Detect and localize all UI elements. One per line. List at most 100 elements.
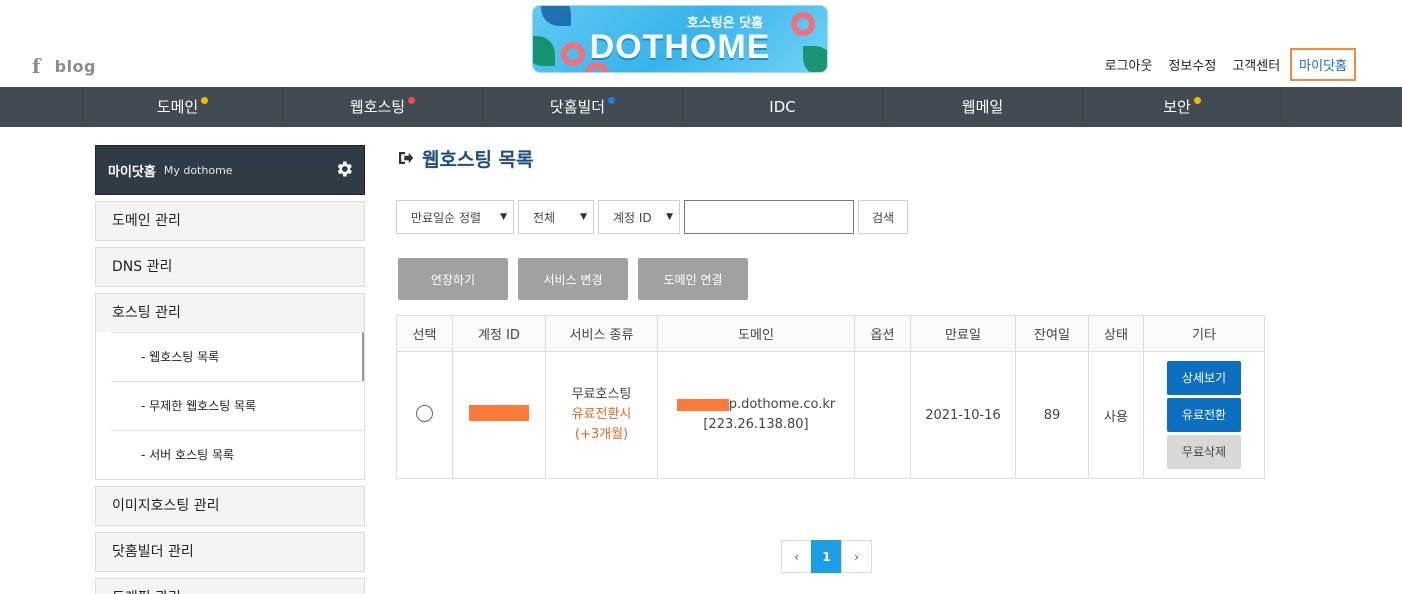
cell-service-type: 무료호스팅 유료전환시 (+3개월) <box>545 351 658 479</box>
menu-label: IDC <box>769 98 796 116</box>
sidebar-header: 마이닷홈 My dothome <box>95 145 365 195</box>
logo-brand: DOTHOME <box>589 28 771 66</box>
service-note: 유료전환시 <box>571 407 632 422</box>
menu-label: 닷홈빌더 <box>549 98 606 116</box>
field-select-value: 계정 ID <box>613 210 652 225</box>
cell-option <box>854 351 911 479</box>
menu-webmail[interactable]: 웹메일 <box>882 87 1082 127</box>
search-button[interactable]: 검색 <box>858 200 908 234</box>
sidebar-subitem-server-hosting-list[interactable]: - 서버 호스팅 목록 <box>111 430 364 479</box>
top-navigation: 로그아웃 정보수정 고객센터 마이닷홈 <box>1097 48 1356 81</box>
sidebar-item-hosting[interactable]: 호스팅 관리 <box>96 294 364 332</box>
sidebar-item-image-hosting[interactable]: 이미지호스팅 관리 <box>95 486 365 526</box>
connect-domain-button[interactable]: 도메인 연결 <box>638 258 748 300</box>
cell-remaining: 89 <box>1015 351 1089 479</box>
service-note-bonus: (+3개월) <box>574 427 629 442</box>
next-page-button[interactable]: › <box>841 540 872 573</box>
site-header: f blog 호스팅은 닷홈 DOTHOME 로그아웃 정보수정 고객센터 마이… <box>0 0 1402 87</box>
action-buttons: 연장하기 서비스 변경 도메인 연결 <box>398 258 748 300</box>
sidebar-item-domain[interactable]: 도메인 관리 <box>95 201 365 241</box>
col-service-type: 서비스 종류 <box>545 315 658 352</box>
cell-expire: 2021-10-16 <box>910 351 1016 479</box>
col-expire: 만료일 <box>910 315 1016 352</box>
col-account-id: 계정 ID <box>452 315 546 352</box>
sidebar: 마이닷홈 My dothome 도메인 관리 DNS 관리 호스팅 관리 - 웹… <box>95 145 365 594</box>
sidebar-subitem-web-hosting-list[interactable]: - 웹호스팅 목록 <box>111 332 364 381</box>
menu-security[interactable]: 보안 <box>1082 87 1282 127</box>
menu-idc[interactable]: IDC <box>682 87 882 127</box>
pagination: ‹ 1 › <box>781 540 872 573</box>
gear-icon[interactable] <box>334 159 354 179</box>
col-status: 상태 <box>1088 315 1144 352</box>
filter-bar: 만료일순 정렬 ▼ 전체 ▼ 계정 ID ▼ 검색 <box>396 200 908 234</box>
extend-button[interactable]: 연장하기 <box>398 258 508 300</box>
type-select[interactable]: 전체 ▼ <box>518 200 594 234</box>
new-dot-icon <box>201 97 209 104</box>
domain-text: p.dothome.co.kr <box>658 395 854 415</box>
sort-select-value: 만료일순 정렬 <box>411 210 482 225</box>
upgrade-button[interactable]: 유료전환 <box>1167 398 1241 432</box>
domain-suffix: p.dothome.co.kr <box>728 397 836 412</box>
sidebar-group-hosting: 호스팅 관리 - 웹호스팅 목록 - 무제한 웹호스팅 목록 - 서버 호스팅 … <box>95 293 365 480</box>
edit-profile-link[interactable]: 정보수정 <box>1160 55 1224 74</box>
table-row: 무료호스팅 유료전환시 (+3개월) p.dothome.co.kr [223.… <box>396 351 1265 479</box>
new-dot-icon <box>608 97 616 104</box>
sidebar-subitem-unlimited-hosting-list[interactable]: - 무제한 웹호스팅 목록 <box>111 381 364 430</box>
table-header-row: 선택 계정 ID 서비스 종류 도메인 옵션 만료일 잔여일 상태 기타 <box>396 315 1265 352</box>
chevron-down-icon: ▼ <box>500 212 507 222</box>
type-select-value: 전체 <box>533 210 556 225</box>
chevron-down-icon: ▼ <box>580 212 587 222</box>
col-etc: 기타 <box>1143 315 1265 352</box>
page-title: 웹호스팅 목록 <box>396 140 1266 176</box>
change-service-button[interactable]: 서비스 변경 <box>518 258 628 300</box>
blog-link[interactable]: blog <box>55 57 96 76</box>
delete-button[interactable]: 무료삭제 <box>1167 435 1241 469</box>
main-content: 웹호스팅 목록 만료일순 정렬 ▼ 전체 ▼ 계정 ID ▼ 검색 연장하기 서비스 … <box>396 140 1266 573</box>
ip-text: [223.26.138.80] <box>703 417 809 432</box>
menu-label: 웹메일 <box>961 98 1004 116</box>
sign-in-icon <box>399 152 414 164</box>
prev-page-button[interactable]: ‹ <box>781 540 812 573</box>
logout-link[interactable]: 로그아웃 <box>1097 55 1161 74</box>
col-option: 옵션 <box>854 315 911 352</box>
sidebar-item-builder[interactable]: 닷홈빌더 관리 <box>95 532 365 572</box>
field-select[interactable]: 계정 ID ▼ <box>598 200 680 234</box>
menu-domain[interactable]: 도메인 <box>82 87 282 127</box>
new-dot-icon <box>1193 97 1201 104</box>
col-domain: 도메인 <box>657 315 855 352</box>
sort-select[interactable]: 만료일순 정렬 ▼ <box>396 200 514 234</box>
facebook-icon[interactable]: f <box>32 54 41 78</box>
row-select-radio[interactable] <box>416 404 433 422</box>
cell-status: 사용 <box>1088 351 1144 479</box>
cell-etc: 상세보기 유료전환 무료삭제 <box>1143 351 1265 479</box>
social-links: f blog <box>32 54 96 78</box>
cell-account-id <box>452 351 546 479</box>
detail-button[interactable]: 상세보기 <box>1167 361 1241 395</box>
sidebar-subtitle: My dothome <box>163 163 233 177</box>
cell-domain: p.dothome.co.kr [223.26.138.80] <box>657 351 855 479</box>
menu-label: 도메인 <box>156 98 199 116</box>
redacted-account-id <box>469 405 529 421</box>
sidebar-item-traffic[interactable]: 트래픽 관리 <box>95 578 365 594</box>
hosting-table: 선택 계정 ID 서비스 종류 도메인 옵션 만료일 잔여일 상태 기타 무료호… <box>396 315 1265 479</box>
menu-web-hosting[interactable]: 웹호스팅 <box>282 87 482 127</box>
col-select: 선택 <box>396 315 453 352</box>
sidebar-submenu: - 웹호스팅 목록 - 무제한 웹호스팅 목록 - 서버 호스팅 목록 <box>96 332 364 479</box>
dothome-logo[interactable]: 호스팅은 닷홈 DOTHOME <box>532 5 828 73</box>
customer-center-link[interactable]: 고객센터 <box>1224 55 1288 74</box>
page-title-text: 웹호스팅 목록 <box>422 148 534 171</box>
sidebar-item-dns[interactable]: DNS 관리 <box>95 247 365 287</box>
new-dot-icon <box>408 97 416 104</box>
sidebar-title: 마이닷홈 <box>108 164 156 180</box>
menu-label: 보안 <box>1163 98 1191 116</box>
col-remaining: 잔여일 <box>1015 315 1089 352</box>
cell-select <box>396 351 453 479</box>
chevron-down-icon: ▼ <box>666 212 673 222</box>
main-menu: 도메인 웹호스팅 닷홈빌더 IDC 웹메일 보안 <box>0 87 1402 127</box>
my-dothome-link[interactable]: 마이닷홈 <box>1290 48 1356 81</box>
redacted-domain-prefix <box>676 398 729 411</box>
search-input[interactable] <box>684 200 854 234</box>
menu-dothome-builder[interactable]: 닷홈빌더 <box>482 87 682 127</box>
service-type-text: 무료호스팅 <box>571 387 632 402</box>
page-1-button[interactable]: 1 <box>811 540 842 573</box>
